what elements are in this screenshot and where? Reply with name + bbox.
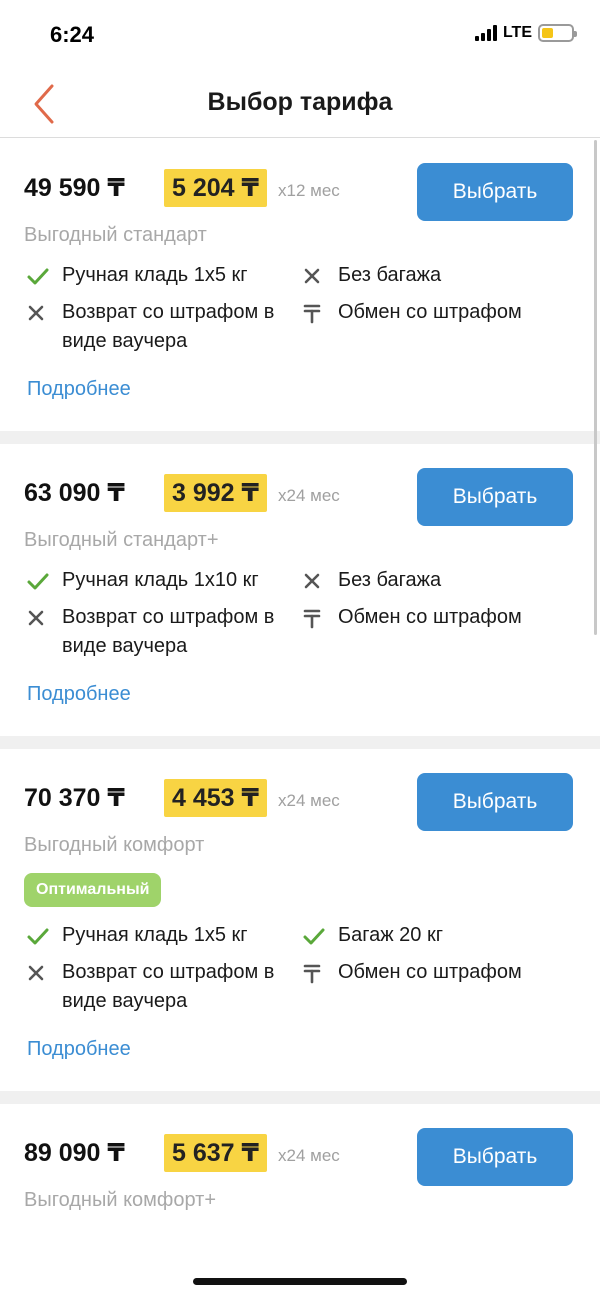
tariff-price: 63 090 ₸	[24, 479, 125, 507]
tariff-price: 49 590 ₸	[24, 174, 125, 202]
details-link[interactable]: Подробнее	[27, 378, 131, 401]
feature-text: Без багажа	[338, 569, 442, 591]
check-icon	[300, 921, 328, 950]
tariff-price: 89 090 ₸	[24, 1139, 125, 1167]
tariff-feature: Обмен со штрафом	[300, 958, 560, 1016]
optimal-badge: Оптимальный	[24, 873, 162, 907]
installment-term: x24 мес	[278, 791, 340, 810]
cross-icon	[24, 603, 52, 632]
status-indicators: LTE	[474, 24, 577, 42]
scrollbar	[594, 140, 597, 635]
price-row: 70 370 ₸ 4 453 ₸ x24 мес Выбрать	[24, 749, 576, 831]
tariff-card: 89 090 ₸ 5 637 ₸ x24 мес Выбрать Выгодный ко…	[0, 1104, 600, 1242]
select-tariff-button[interactable]: Выбрать	[417, 773, 573, 831]
tariff-feature: Возврат со штрафом в виде ваучера	[24, 298, 300, 356]
tenge-icon	[300, 958, 328, 987]
tariff-separator	[0, 1091, 600, 1104]
feature-text: Ручная кладь 1x10 кг	[62, 569, 259, 591]
feature-text: Возврат со штрафом в виде ваучера	[62, 961, 275, 1012]
tenge-icon	[300, 603, 328, 632]
tariff-card: 63 090 ₸ 3 992 ₸ x24 мес Выбрать Выгодный ст…	[0, 444, 600, 736]
tariff-name: Выгодный комфорт+	[24, 1189, 217, 1211]
price-row: 63 090 ₸ 3 992 ₸ x24 мес Выбрать	[24, 444, 576, 526]
check-icon	[24, 921, 52, 950]
tariff-feature: Возврат со штрафом в виде ваучера	[24, 603, 300, 661]
feature-text: Обмен со штрафом	[338, 961, 522, 983]
cross-icon	[24, 298, 52, 327]
monthly-payment: 5 637 ₸	[164, 1134, 267, 1172]
tariff-feature: Без багажа	[300, 261, 560, 290]
price-row: 49 590 ₸ 5 204 ₸ x12 мес Выбрать	[24, 139, 576, 221]
tariff-feature: Ручная кладь 1x10 кг	[24, 566, 300, 595]
feature-text: Обмен со штрафом	[338, 301, 522, 323]
installment-term: x24 мес	[278, 486, 340, 505]
select-tariff-button[interactable]: Выбрать	[417, 163, 573, 221]
tariff-feature: Обмен со штрафом	[300, 298, 560, 356]
feature-text: Возврат со штрафом в виде ваучера	[62, 301, 275, 352]
battery-icon	[538, 24, 577, 42]
tariff-card: 49 590 ₸ 5 204 ₸ x12 мес Выбрать Выгодный ст…	[0, 139, 600, 431]
price-row: 89 090 ₸ 5 637 ₸ x24 мес Выбрать	[24, 1104, 576, 1186]
tariff-list[interactable]: 49 590 ₸ 5 204 ₸ x12 мес Выбрать Выгодный ст…	[0, 139, 600, 1249]
feature-list: Ручная кладь 1x5 кг Без багажа Возврат со …	[24, 261, 576, 356]
page-title: Выбор тарифа	[207, 88, 393, 116]
select-tariff-button[interactable]: Выбрать	[417, 468, 573, 526]
signal-icon	[474, 25, 497, 41]
select-tariff-button[interactable]: Выбрать	[417, 1128, 573, 1186]
cross-icon	[300, 261, 328, 290]
tariff-feature: Ручная кладь 1x5 кг	[24, 261, 300, 290]
monthly-payment: 3 992 ₸	[164, 474, 267, 512]
home-indicator[interactable]	[193, 1278, 407, 1285]
feature-text: Ручная кладь 1x5 кг	[62, 264, 248, 286]
tariff-name: Выгодный комфорт	[24, 834, 205, 856]
details-link[interactable]: Подробнее	[27, 1038, 131, 1061]
feature-text: Возврат со штрафом в виде ваучера	[62, 606, 275, 657]
tariff-feature: Багаж 20 кг	[300, 921, 560, 950]
tariff-separator	[0, 736, 600, 749]
feature-list: Ручная кладь 1x5 кг Багаж 20 кг Возврат со…	[24, 921, 576, 1016]
tariff-feature: Обмен со штрафом	[300, 603, 560, 661]
installment-term: x24 мес	[278, 1146, 340, 1165]
details-link[interactable]: Подробнее	[27, 683, 131, 706]
tenge-icon	[300, 298, 328, 327]
monthly-payment: 4 453 ₸	[164, 779, 267, 817]
cross-icon	[300, 566, 328, 595]
tariff-feature: Возврат со штрафом в виде ваучера	[24, 958, 300, 1016]
nav-bar: Выбор тарифа	[0, 70, 600, 138]
feature-list: Ручная кладь 1x10 кг Без багажа Возврат со…	[24, 566, 576, 661]
tariff-separator	[0, 431, 600, 444]
cross-icon	[24, 958, 52, 987]
tariff-feature: Без багажа	[300, 566, 560, 595]
tariff-feature: Ручная кладь 1x5 кг	[24, 921, 300, 950]
installment-term: x12 мес	[278, 181, 340, 200]
feature-text: Ручная кладь 1x5 кг	[62, 924, 248, 946]
status-time: 6:24	[50, 22, 95, 47]
check-icon	[24, 261, 52, 290]
network-label: LTE	[502, 24, 532, 41]
tariff-price: 70 370 ₸	[24, 784, 125, 812]
status-bar: 6:24 LTE	[0, 0, 600, 70]
tariff-name: Выгодный стандарт	[24, 224, 207, 246]
monthly-payment: 5 204 ₸	[164, 169, 267, 207]
feature-text: Багаж 20 кг	[338, 924, 444, 946]
feature-text: Обмен со штрафом	[338, 606, 522, 628]
tariff-card: 70 370 ₸ 4 453 ₸ x24 мес Выбрать Выгодный ко…	[0, 749, 600, 1091]
tariff-name: Выгодный стандарт+	[24, 529, 219, 551]
feature-text: Без багажа	[338, 264, 442, 286]
check-icon	[24, 566, 52, 595]
